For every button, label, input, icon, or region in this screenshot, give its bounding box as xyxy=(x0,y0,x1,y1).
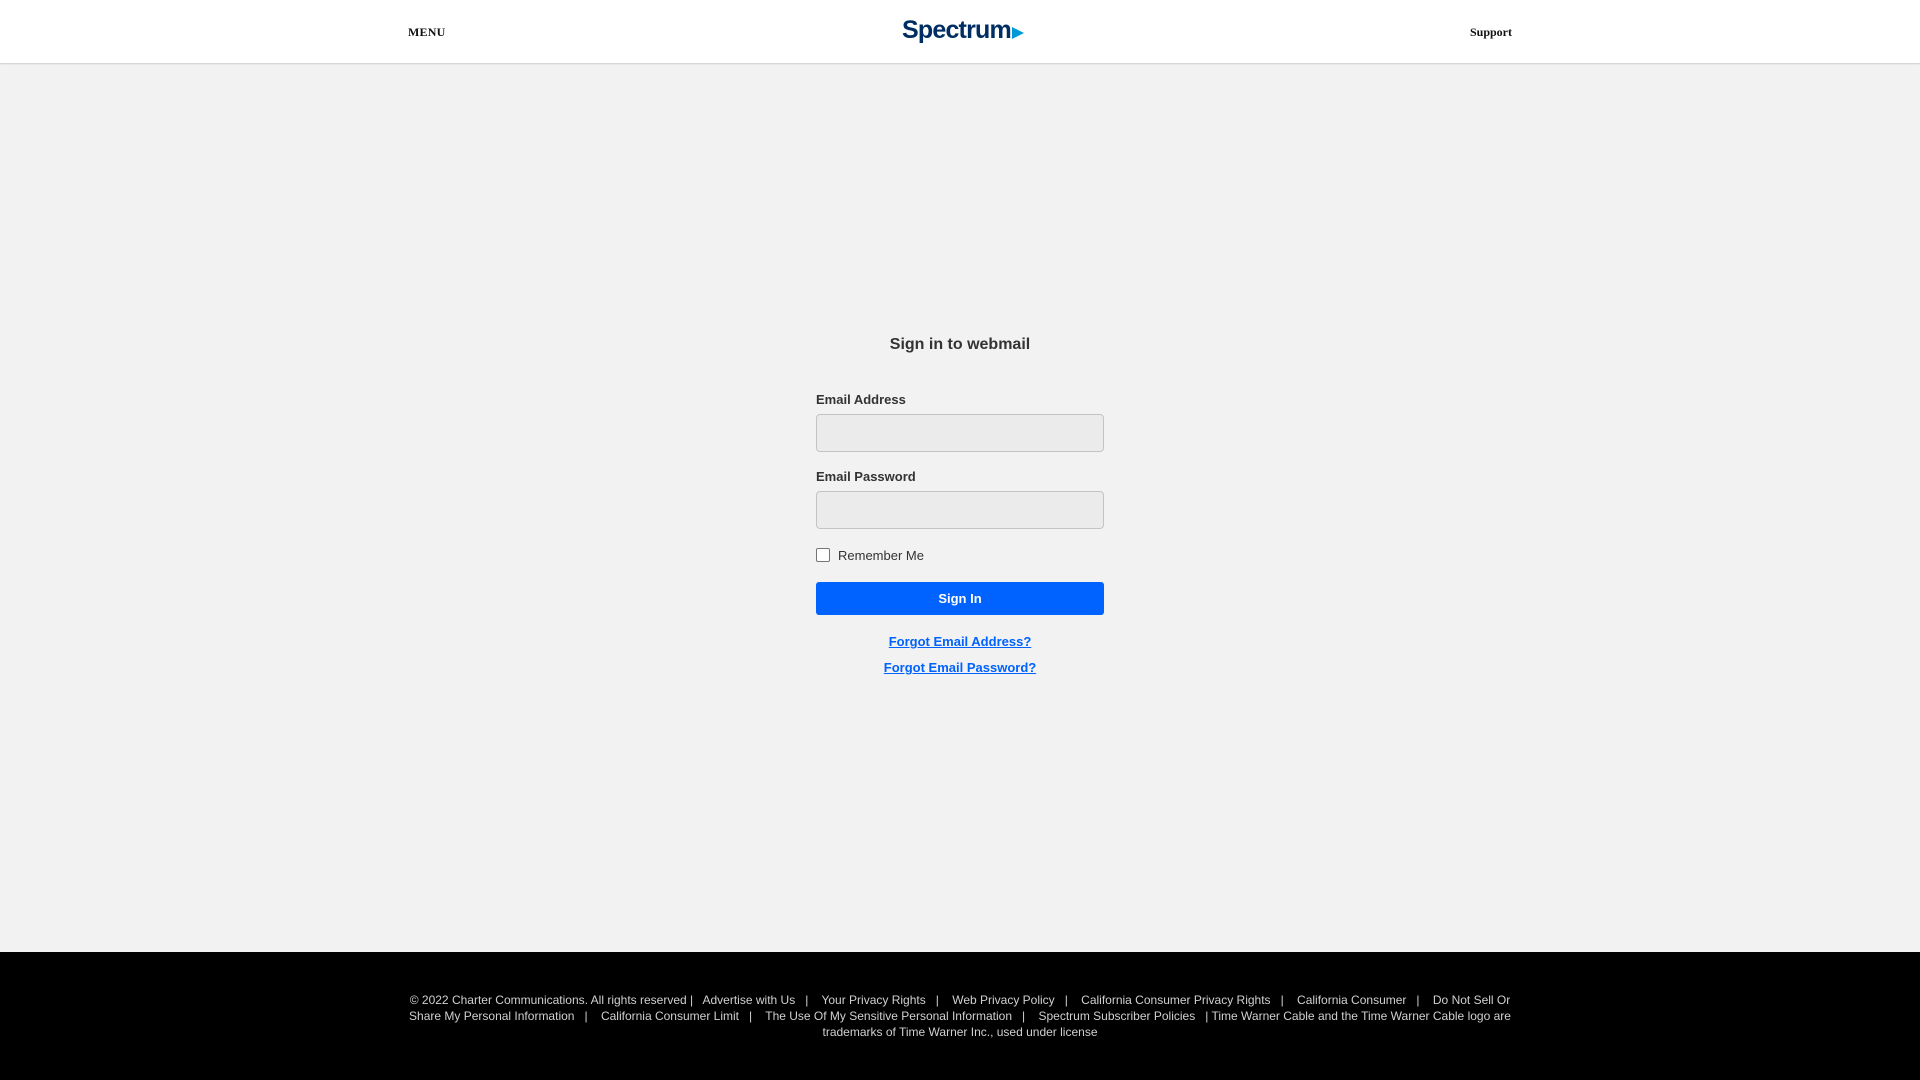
remember-me-row: Remember Me xyxy=(816,547,1104,563)
menu-button[interactable]: MENU xyxy=(408,25,445,40)
footer-link-subscriber-policies[interactable]: Spectrum Subscriber Policies xyxy=(1038,1009,1195,1023)
footer-link-ca-consumer[interactable]: California Consumer xyxy=(1297,993,1406,1007)
footer-link-ca-privacy-rights[interactable]: California Consumer Privacy Rights xyxy=(1081,993,1270,1007)
email-address-label: Email Address xyxy=(816,392,906,407)
play-arrow-icon xyxy=(1011,27,1024,39)
site-footer: © 2022 Charter Communications. All right… xyxy=(0,952,1920,1080)
remember-me-checkbox[interactable] xyxy=(816,548,830,562)
footer-link-web-privacy[interactable]: Web Privacy Policy xyxy=(952,993,1054,1007)
main-content: Sign in to webmail Email Address Email P… xyxy=(0,65,1920,952)
support-link[interactable]: Support xyxy=(1470,25,1512,40)
site-header: MENU Spectrum Support xyxy=(0,0,1920,64)
footer-link-privacy-rights[interactable]: Your Privacy Rights xyxy=(821,993,925,1007)
footer-link-ca-consumer-limit[interactable]: California Consumer Limit xyxy=(601,1009,739,1023)
footer-legal-text: © 2022 Charter Communications. All right… xyxy=(409,993,1511,1039)
email-address-input[interactable] xyxy=(816,414,1104,452)
footer-link-advertise[interactable]: Advertise with Us xyxy=(703,993,796,1007)
email-password-input[interactable] xyxy=(816,491,1104,529)
email-password-label: Email Password xyxy=(816,469,916,484)
sign-in-button[interactable]: Sign In xyxy=(816,582,1104,615)
copyright-text: © 2022 Charter Communications. All right… xyxy=(409,993,687,1007)
footer-link-sensitive-info[interactable]: The Use Of My Sensitive Personal Informa… xyxy=(765,1009,1012,1023)
forgot-email-address-link[interactable]: Forgot Email Address? xyxy=(816,634,1104,649)
page-title: Sign in to webmail xyxy=(889,336,1031,353)
brand-wordmark: Spectrum xyxy=(902,16,1012,44)
spectrum-logo[interactable]: Spectrum xyxy=(902,16,1024,45)
signin-form: Sign in to webmail Email Address Email P… xyxy=(816,335,1104,675)
forgot-email-password-link[interactable]: Forgot Email Password? xyxy=(816,660,1104,675)
remember-me-label[interactable]: Remember Me xyxy=(838,548,924,563)
